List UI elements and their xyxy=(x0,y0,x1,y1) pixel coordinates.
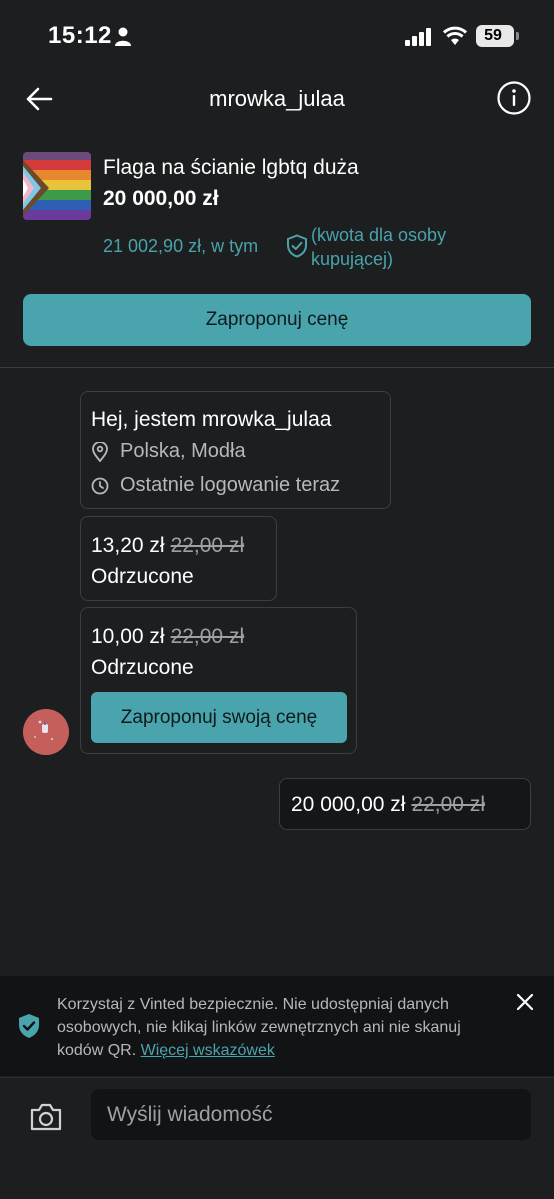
person-icon xyxy=(115,27,131,46)
offer-price-line: 10,00 zł 22,00 zł xyxy=(91,625,244,649)
shield-check-icon xyxy=(19,1014,39,1038)
battery-indicator: 59 xyxy=(476,25,514,47)
info-icon[interactable] xyxy=(496,80,532,116)
wifi-icon xyxy=(443,26,467,45)
my-offer-message: 20 000,00 zł 22,00 zł xyxy=(279,778,531,830)
safety-banner: Korzystaj z Vinted bezpiecznie. Nie udos… xyxy=(0,976,554,1076)
offer-price: 20 000,00 zł xyxy=(291,793,406,816)
product-title[interactable]: Flaga na ścianie lgbtq duża xyxy=(103,156,359,180)
offer-price-line: 13,20 zł 22,00 zł xyxy=(91,534,244,558)
offer-price: 13,20 zł xyxy=(91,534,165,557)
status-time: 15:12 xyxy=(48,22,112,49)
offer-price: 10,00 zł xyxy=(91,625,165,648)
buyer-price-note[interactable]: (kwota dla osoby kupującej) xyxy=(311,223,511,271)
close-icon[interactable] xyxy=(516,993,534,1011)
battery-tip xyxy=(516,32,519,40)
offer-status: Odrzucone xyxy=(91,565,194,588)
status-bar: 15:12 59 xyxy=(0,0,554,70)
original-price: 22,00 zł xyxy=(170,625,245,648)
avatar-image xyxy=(23,709,69,755)
offer-message: 10,00 zł 22,00 zł Odrzucone Zaproponuj sw… xyxy=(80,607,357,754)
signal-icon xyxy=(405,28,431,46)
product-thumbnail[interactable] xyxy=(23,152,91,220)
offer-status: Odrzucone xyxy=(91,656,194,679)
rainbow-flag-image xyxy=(23,152,91,220)
avatar[interactable] xyxy=(23,709,69,755)
propose-your-price-button[interactable]: Zaproponuj swoją cenę xyxy=(91,692,347,743)
location-row: Polska, Modła xyxy=(91,440,381,464)
location-pin-icon xyxy=(92,442,108,462)
total-price: 21 002,90 zł, w tym xyxy=(103,236,259,256)
conversation-username[interactable]: mrowka_julaa xyxy=(0,86,554,112)
product-price: 20 000,00 zł xyxy=(103,187,219,210)
last-login-text: Ostatnie logowanie teraz xyxy=(120,474,341,496)
divider xyxy=(0,367,554,368)
message-input[interactable] xyxy=(91,1089,531,1140)
chat-screen: 15:12 59 mrowka_julaa Flaga na ścianie l… xyxy=(0,0,554,1199)
clock-icon xyxy=(91,477,109,495)
seller-intro-card: Hej, jestem mrowka_julaa Polska, Modła O… xyxy=(80,391,391,509)
make-offer-button[interactable]: Zaproponuj cenę xyxy=(23,294,531,346)
safety-text: Korzystaj z Vinted bezpiecznie. Nie udos… xyxy=(57,993,507,1062)
offer-price-line: 20 000,00 zł 22,00 zł xyxy=(291,793,485,817)
location-text: Polska, Modła xyxy=(120,440,246,462)
battery-level: 59 xyxy=(484,27,502,44)
last-login-row: Ostatnie logowanie teraz xyxy=(91,474,381,498)
buyer-protection-shield-icon xyxy=(287,234,307,258)
message-composer xyxy=(0,1077,554,1199)
chat-header: mrowka_julaa xyxy=(0,70,554,130)
original-price: 22,00 zł xyxy=(411,793,485,816)
camera-icon[interactable] xyxy=(29,1102,63,1132)
intro-greeting: Hej, jestem mrowka_julaa xyxy=(91,408,332,431)
more-tips-link[interactable]: Więcej wskazówek xyxy=(141,1042,275,1059)
offer-message: 13,20 zł 22,00 zł Odrzucone xyxy=(80,516,277,601)
original-price: 22,00 zł xyxy=(170,534,245,557)
